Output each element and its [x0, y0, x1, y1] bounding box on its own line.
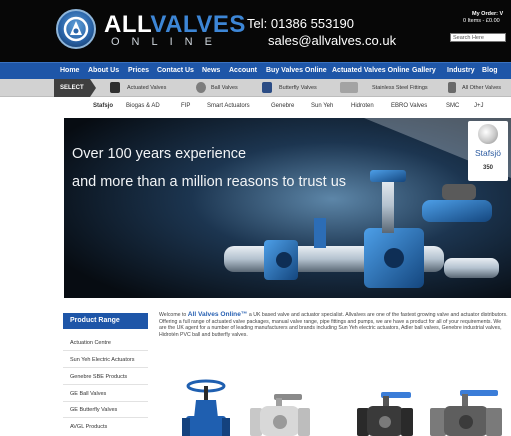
sidebar-item-ge-butterfly-valves[interactable]: GE Butterfly Valves — [70, 407, 117, 413]
brand-link-sun-yeh[interactable]: Sun Yeh — [311, 103, 333, 109]
allvalves-logo-icon[interactable] — [56, 9, 96, 49]
butterfly-valve-icon — [262, 82, 272, 93]
brand-link-hidroten[interactable]: Hidroten — [351, 103, 374, 109]
nav-news[interactable]: News — [202, 67, 220, 74]
brand-bar — [0, 97, 511, 116]
brand-link-stafsjo[interactable]: Stafsjo — [93, 103, 113, 109]
sidebar-divider — [63, 384, 148, 385]
nav-industry[interactable]: Industry — [447, 67, 475, 74]
sidebar-divider — [63, 367, 148, 368]
brand-link-smc[interactable]: SMC — [446, 103, 459, 109]
hero-banner[interactable] — [64, 118, 511, 298]
ball-valve-icon — [196, 82, 206, 93]
nav-contact-us[interactable]: Contact Us — [157, 67, 194, 74]
hero-valve-image — [64, 118, 511, 298]
order-items-summary[interactable]: 0 Items - £0.00 — [463, 18, 500, 24]
brand-link-smart-actuators[interactable]: Smart Actuators — [207, 103, 250, 109]
stainless-ball-valve-product-image[interactable] — [250, 392, 310, 436]
logo-valves-text: VALVES — [150, 11, 246, 38]
stafsjo-logo-number: 350 — [482, 165, 493, 171]
nav-about-us[interactable]: About Us — [88, 67, 119, 74]
hero-headline-line1: Over 100 years experience — [72, 146, 247, 162]
nav-gallery[interactable]: Gallery — [412, 67, 436, 74]
brand-link-biogas-ad[interactable]: Biogas & AD — [126, 103, 160, 109]
gate-valve-product-image[interactable] — [182, 378, 230, 436]
nav-prices[interactable]: Prices — [128, 67, 149, 74]
logo-online-text: ONLINE — [111, 36, 224, 48]
product-range-heading: Product Range — [63, 313, 148, 329]
select-ball-valves[interactable]: Ball Valves — [196, 79, 246, 97]
intro-prefix: Welcome to — [159, 312, 188, 318]
nav-home[interactable]: Home — [60, 67, 79, 74]
black-ball-valve-product-image[interactable] — [355, 390, 415, 436]
select-actuated-valves[interactable]: Actuated Valves — [110, 79, 170, 97]
site-logo-text[interactable]: ALLVALVES — [104, 11, 246, 39]
select-butterfly-valves[interactable]: Butterfly Valves — [262, 79, 322, 97]
intro-brand-name: All Valves Online™ — [187, 311, 248, 318]
select-item-label: Stainless Steel Fittings — [372, 85, 428, 91]
sidebar-item-sun-yeh-electric-actuators[interactable]: Sun Yeh Electric Actuators — [70, 357, 135, 363]
sidebar-divider — [63, 401, 148, 402]
actuated-valve-icon — [110, 82, 120, 93]
sidebar-divider — [63, 350, 148, 351]
my-order-link[interactable]: My Order: V — [472, 11, 503, 17]
sidebar-item-avgl-products[interactable]: AVGL Products — [70, 424, 107, 430]
brand-link-jj[interactable]: J+J — [474, 103, 484, 109]
sidebar-divider — [63, 417, 148, 418]
select-arrow-icon — [90, 79, 96, 97]
sidebar-item-actuation-centre[interactable]: Actuation Centre — [70, 340, 111, 346]
other-valves-icon — [448, 82, 456, 93]
header-email[interactable]: sales@allvalves.co.uk — [268, 33, 396, 48]
stainless-fittings-icon — [340, 82, 358, 93]
select-label: SELECT — [54, 79, 90, 97]
main-navigation: Home About Us Prices Contact Us News Acc… — [0, 62, 511, 79]
nav-buy-valves-online[interactable]: Buy Valves Online — [266, 67, 327, 74]
select-item-label: Butterfly Valves — [279, 85, 317, 91]
select-item-label: Actuated Valves — [127, 85, 167, 91]
welcome-text: Welcome to All Valves Online™ a UK based… — [159, 311, 509, 338]
brand-link-genebre[interactable]: Genebre — [271, 103, 294, 109]
search-input[interactable] — [450, 33, 506, 42]
select-all-other-valves[interactable]: All Other Valves — [448, 79, 511, 97]
nav-account[interactable]: Account — [229, 67, 257, 74]
brand-link-ebro-valves[interactable]: EBRO Valves — [391, 103, 427, 109]
select-item-label: All Other Valves — [462, 85, 502, 91]
hero-headline-line2: and more than a million reasons to trust… — [72, 174, 347, 190]
nav-blog[interactable]: Blog — [482, 67, 498, 74]
sidebar-item-genebre-sbe-products[interactable]: Genebre SBE Products — [70, 374, 127, 380]
header-telephone[interactable]: Tel: 01386 553190 — [247, 16, 354, 31]
brand-link-fip[interactable]: FIP — [181, 103, 190, 109]
stafsjo-logo-icon — [478, 124, 498, 144]
nav-actuated-valves-online[interactable]: Actuated Valves Online — [332, 67, 409, 74]
sidebar-item-ge-ball-valves[interactable]: GE Ball Valves — [70, 391, 106, 397]
logo-all-text: ALL — [104, 11, 151, 38]
select-item-label: Ball Valves — [211, 85, 238, 91]
three-piece-ball-valve-product-image[interactable] — [430, 388, 502, 436]
stafsjo-logo-name: Stafsjö — [475, 148, 501, 158]
select-stainless-steel-fittings[interactable]: Stainless Steel Fittings — [340, 79, 430, 97]
